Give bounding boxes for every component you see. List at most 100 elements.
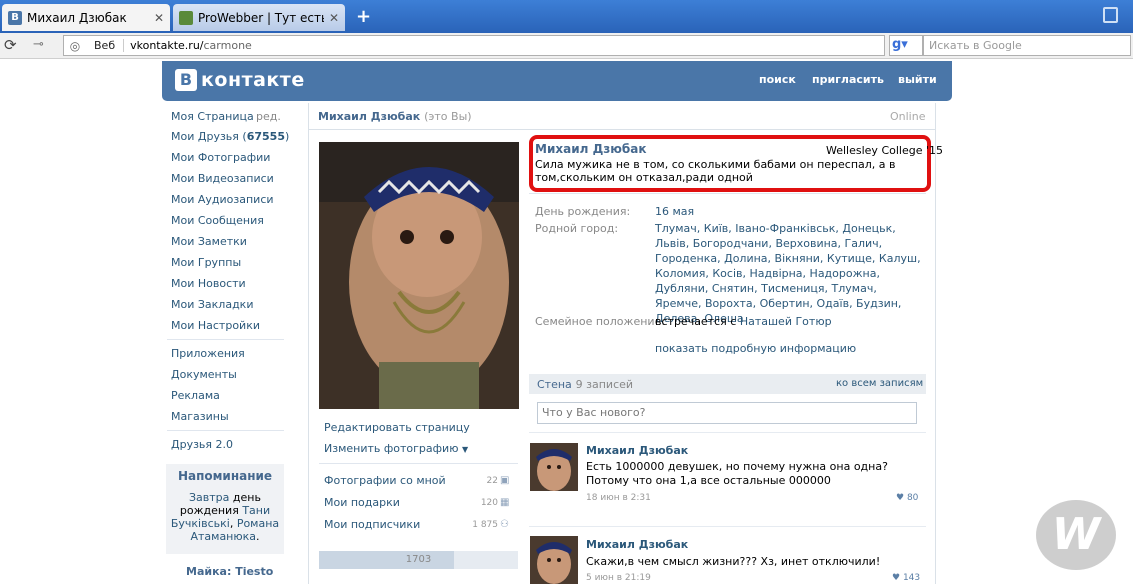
profile-full-name: Михаил Дзюбак: [535, 142, 647, 156]
subscribers-count: 1 875: [472, 520, 498, 530]
search-input[interactable]: Искать в Google: [923, 35, 1131, 56]
birthday-value[interactable]: 16 мая: [655, 204, 694, 219]
birthday-label: День рождения:: [535, 205, 631, 218]
family-pre: встречается с: [655, 315, 737, 328]
close-icon[interactable]: ✕: [329, 11, 339, 25]
panel-border-right: [935, 103, 936, 584]
gifts-count: 120: [480, 498, 498, 508]
family-label: Семейное положение:: [535, 315, 666, 328]
divider: [529, 193, 926, 194]
avatar[interactable]: [530, 443, 578, 491]
prowebber-favicon-icon: [179, 10, 193, 25]
family-value: встречается с Наташей Готюр: [655, 314, 832, 329]
menu-friends-label: Мои Друзья: [171, 130, 239, 143]
profile-header-you: (это Вы): [424, 110, 472, 123]
menu-groups[interactable]: Мои Группы: [171, 256, 241, 269]
menu-audio[interactable]: Мои Аудиозаписи: [171, 193, 274, 206]
hometown-value[interactable]: Тлумач, Київ, Івано-Франківськ, Донецьк,…: [655, 221, 925, 326]
trash-icon[interactable]: [1103, 7, 1118, 23]
menu-friends2[interactable]: Друзья 2.0: [171, 438, 233, 451]
avatar[interactable]: [530, 536, 578, 584]
url-path: carmone: [203, 39, 252, 52]
vk-favicon-icon: В: [8, 10, 22, 25]
family-partner-link[interactable]: Наташей Готюр: [740, 315, 832, 328]
post-likes[interactable]: ♥ 143: [892, 573, 920, 583]
post-date[interactable]: 18 июн в 2:31: [586, 493, 651, 503]
key-icon[interactable]: ⊸: [33, 37, 44, 52]
photos-with-me-link[interactable]: Фотографии со мной: [324, 474, 446, 487]
google-icon: g▾: [892, 37, 908, 52]
profile-header-name: Михаил Дзюбак (это Вы): [318, 110, 472, 123]
camera-icon: ▣: [500, 475, 510, 486]
tab-vk-profile[interactable]: В Михаил Дзюбак ✕: [2, 4, 170, 31]
change-photo-label: Изменить фотографию: [324, 442, 459, 455]
profile-header-name-text: Михаил Дзюбак: [318, 110, 421, 123]
menu-apps[interactable]: Приложения: [171, 347, 245, 360]
reminder-tomorrow-link[interactable]: Завтра: [189, 491, 229, 504]
wall-title-text: Стена: [537, 378, 572, 391]
menu-bookmarks[interactable]: Мои Закладки: [171, 298, 253, 311]
globe-icon: ◎: [69, 38, 81, 53]
reload-icon[interactable]: ⟳: [4, 36, 17, 54]
edit-page-link[interactable]: Редактировать страницу: [324, 421, 470, 434]
vk-logo-letter: В: [175, 69, 197, 91]
change-photo-link[interactable]: Изменить фотографию ▼: [324, 442, 468, 455]
post-text: Есть 1000000 девушек, но почему нужна он…: [586, 460, 888, 487]
photos-with-me-count: 22: [486, 476, 498, 486]
new-tab-plus-icon[interactable]: +: [356, 6, 371, 27]
post-likes[interactable]: ♥ 80: [896, 493, 918, 503]
wall-count: 9 записей: [575, 378, 634, 391]
gifts-link[interactable]: Мои подарки: [324, 496, 400, 509]
menu-my-page[interactable]: Моя Страница: [171, 110, 254, 123]
menu-divider: [167, 430, 284, 431]
rating-value: 1703: [405, 554, 432, 565]
vk-logo[interactable]: В контакте: [175, 69, 305, 91]
menu-news[interactable]: Мои Новости: [171, 277, 246, 290]
panel-border-left: [308, 103, 309, 584]
hometown-label: Родной город:: [535, 222, 619, 235]
gift-icon: ▦: [500, 497, 510, 508]
menu-videos[interactable]: Мои Видеозаписи: [171, 172, 274, 185]
address-bar[interactable]: ◎ Веб vkontakte.ru/carmone: [63, 35, 885, 56]
reminder-end: .: [256, 530, 260, 543]
menu-documents[interactable]: Документы: [171, 368, 237, 381]
divider: [529, 526, 926, 527]
post-date[interactable]: 5 июн в 21:19: [586, 573, 651, 583]
online-status: Online: [890, 110, 926, 123]
mayka-label[interactable]: Майка: Tiesto: [186, 565, 273, 578]
menu-notes[interactable]: Мои Заметки: [171, 235, 247, 248]
nav-search[interactable]: поиск: [759, 73, 796, 86]
tab-prowebber[interactable]: ProWebber | Тут есть в... ✕: [173, 4, 345, 31]
post-likes-count: 80: [906, 493, 919, 503]
menu-friends[interactable]: Мои Друзья (67555): [171, 130, 289, 143]
watermark-logo: W: [1036, 500, 1116, 570]
profile-photo[interactable]: [319, 142, 519, 409]
close-icon[interactable]: ✕: [154, 11, 164, 25]
menu-ads[interactable]: Реклама: [171, 389, 220, 402]
wall-title[interactable]: Стена 9 записей: [537, 378, 633, 391]
address-label: Веб: [86, 39, 125, 52]
menu-divider: [167, 339, 284, 340]
subscribers-link[interactable]: Мои подписчики: [324, 518, 420, 531]
nav-invite[interactable]: пригласить: [812, 73, 884, 86]
menu-shops[interactable]: Магазины: [171, 410, 229, 423]
divider: [319, 463, 518, 464]
wall-post-input[interactable]: Что у Вас нового?: [537, 402, 917, 424]
show-more-link[interactable]: показать подробную информацию: [655, 341, 856, 356]
profile-status[interactable]: Сила мужика не в том, со сколькими бабам…: [535, 158, 915, 184]
post-author[interactable]: Михаил Дзюбак: [586, 444, 688, 457]
menu-photos[interactable]: Мои Фотографии: [171, 151, 270, 164]
url-text[interactable]: vkontakte.ru/carmone: [124, 39, 252, 52]
wall-all-link[interactable]: ко всем записям: [836, 378, 923, 389]
tab-title: ProWebber | Тут есть в...: [198, 10, 324, 25]
nav-logout[interactable]: выйти: [898, 73, 937, 86]
menu-settings[interactable]: Мои Настройки: [171, 319, 260, 332]
menu-edit-link[interactable]: ред.: [256, 110, 281, 123]
reminder-title: Напоминание: [177, 469, 273, 483]
heart-icon: ♥: [896, 493, 905, 503]
menu-messages[interactable]: Мои Сообщения: [171, 214, 264, 227]
profile-college[interactable]: Wellesley College '15: [826, 144, 943, 157]
post-text: Скажи,в чем смысл жизни??? Хз, инет откл…: [586, 555, 881, 568]
users-icon: ⚇: [500, 519, 509, 530]
post-author[interactable]: Михаил Дзюбак: [586, 538, 688, 551]
